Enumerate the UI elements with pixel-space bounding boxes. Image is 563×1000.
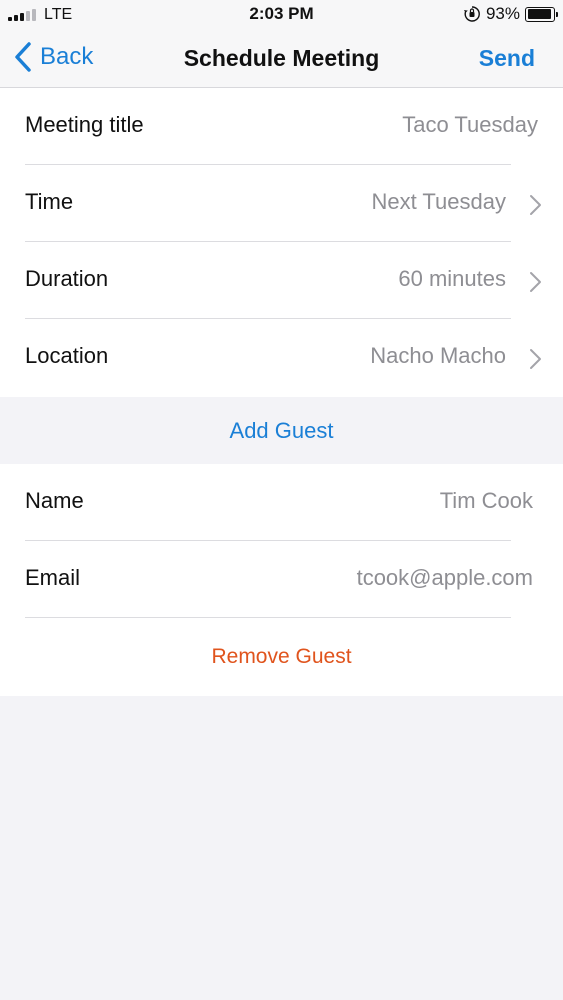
back-button-label: Back (40, 43, 94, 70)
battery-fill (527, 9, 551, 19)
chevron-right-icon (530, 195, 541, 215)
screen: LTE 2:03 PM 93% Back Schedule Meeting Se… (0, 0, 563, 1000)
navigation-bar: Back Schedule Meeting Send (0, 30, 563, 88)
guest-section: Name Tim Cook Email tcook@apple.com Remo… (0, 464, 563, 696)
chevron-right-icon (530, 272, 541, 292)
location-row[interactable]: Location Nacho Macho (0, 319, 563, 397)
meeting-title-row[interactable]: Meeting title Taco Tuesday (0, 88, 563, 165)
chevron-right-icon (530, 349, 541, 369)
meeting-title-label: Meeting title (25, 112, 144, 137)
guest-name-label: Name (25, 488, 84, 513)
location-label: Location (25, 343, 109, 368)
orientation-lock-icon (463, 6, 480, 22)
guest-name-field[interactable]: Tim Cook (440, 488, 533, 514)
location-value: Nacho Macho (370, 343, 506, 368)
remove-guest-button[interactable]: Remove Guest (0, 618, 563, 696)
guest-email-label: Email (25, 565, 81, 590)
battery-icon (525, 6, 558, 22)
time-value: Next Tuesday (371, 189, 506, 214)
duration-label: Duration (25, 266, 109, 291)
meeting-details-section: Meeting title Taco Tuesday Time Next Tue… (0, 88, 563, 397)
send-button[interactable]: Send (479, 45, 535, 72)
chevron-left-icon (15, 42, 31, 72)
battery-percent: 93% (485, 4, 520, 23)
meeting-title-field[interactable]: Taco Tuesday (402, 112, 538, 138)
guest-email-row[interactable]: Email tcook@apple.com (0, 541, 563, 618)
back-button[interactable]: Back (14, 42, 93, 72)
guest-name-row[interactable]: Name Tim Cook (0, 464, 563, 541)
row-separator (25, 617, 511, 618)
duration-value: 60 minutes (398, 266, 506, 291)
time-label: Time (25, 189, 74, 214)
status-right: 93% (463, 4, 558, 24)
time-row[interactable]: Time Next Tuesday (0, 165, 563, 242)
duration-row[interactable]: Duration 60 minutes (0, 242, 563, 319)
guest-email-field[interactable]: tcook@apple.com (357, 565, 533, 591)
status-bar: LTE 2:03 PM 93% (0, 0, 563, 30)
add-guest-button[interactable]: Add Guest (0, 397, 563, 464)
